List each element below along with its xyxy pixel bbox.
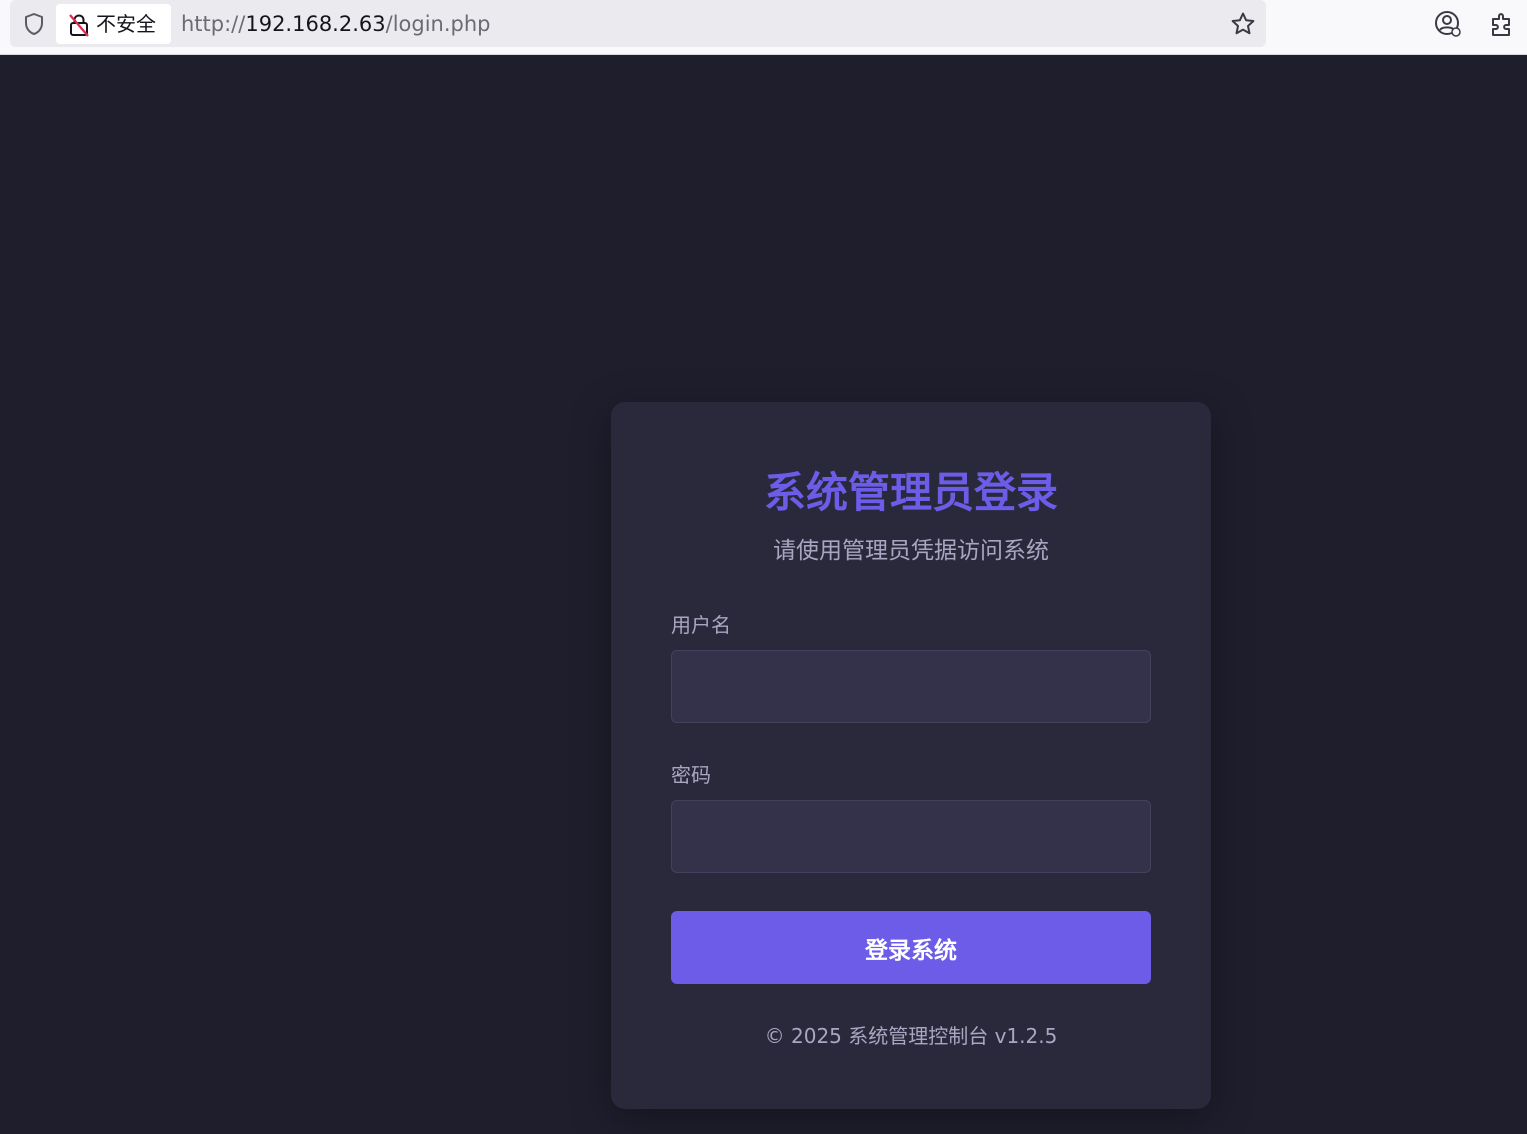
login-submit-button[interactable]: 登录系统 [671,911,1151,984]
security-indicator[interactable]: 不安全 [56,4,171,44]
url-host: 192.168.2.63 [245,12,386,36]
account-icon[interactable] [1434,10,1462,38]
browser-toolbar: 不安全 http://192.168.2.63/login.php [0,0,1527,55]
star-icon[interactable] [1230,11,1256,37]
url-scheme: http:// [181,12,246,36]
password-input[interactable] [671,800,1151,873]
shield-icon[interactable] [22,12,46,36]
password-label: 密码 [671,763,711,787]
lock-insecure-icon [69,14,89,37]
security-label: 不安全 [96,12,156,36]
url-path: /login.php [385,12,491,36]
url-text[interactable]: http://192.168.2.63/login.php [181,11,491,37]
username-input[interactable] [671,650,1151,723]
footer-copyright: © 2025 系统管理控制台 v1.2.5 [764,1024,1058,1048]
login-subtitle: 请使用管理员凭据访问系统 [773,538,1049,564]
username-label: 用户名 [671,613,731,637]
login-title: 系统管理员登录 [763,468,1058,517]
extensions-icon[interactable] [1489,10,1515,38]
